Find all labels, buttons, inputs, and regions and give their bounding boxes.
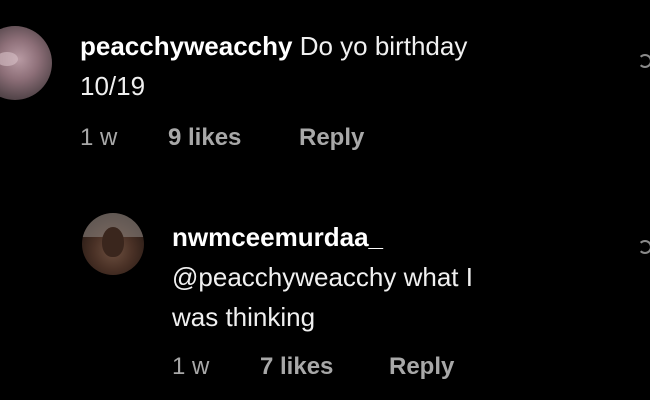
heart-icon[interactable]: [638, 240, 650, 254]
avatar-image-detail: [0, 52, 18, 66]
comment-text-line-3: was thinking: [172, 302, 316, 332]
comment-likes[interactable]: 7 likes: [260, 353, 333, 381]
comment-text-line-1: nwmceemurdaa_: [172, 219, 383, 255]
comment-body: Do yo birthday: [299, 31, 468, 61]
reply-button[interactable]: Reply: [389, 353, 454, 381]
avatar[interactable]: [0, 26, 52, 100]
comment-text-line-1: peacchyweacchy Do yo birthday: [80, 28, 467, 64]
comment-text-line-2: @peacchyweacchy what I: [172, 262, 473, 292]
comment-likes[interactable]: 9 likes: [168, 124, 241, 152]
comment-time: 1 w: [172, 353, 210, 380]
avatar[interactable]: [82, 213, 144, 275]
comment-username[interactable]: nwmceemurdaa_: [172, 222, 383, 252]
comment-username[interactable]: peacchyweacchy: [80, 31, 292, 61]
avatar-image-detail: [102, 227, 124, 257]
comment-time: 1 w: [80, 124, 118, 151]
reply-button[interactable]: Reply: [299, 124, 364, 152]
heart-icon[interactable]: [638, 54, 650, 68]
comment-text-line-2: 10/19: [80, 71, 146, 101]
